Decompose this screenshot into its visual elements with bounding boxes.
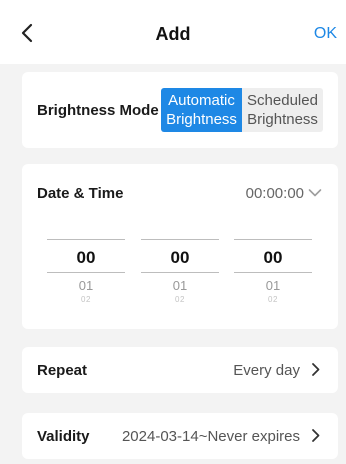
picker-divider (47, 239, 125, 240)
picker-divider (234, 239, 312, 240)
minute-next2-value: 02 (175, 295, 185, 304)
minute-picker-wheel[interactable]: 00 01 02 (141, 239, 219, 309)
automatic-brightness-option[interactable]: Automatic Brightness (161, 88, 242, 132)
brightness-mode-card: Brightness Mode Automatic Brightness Sch… (22, 72, 338, 148)
chevron-right-icon (312, 429, 320, 442)
option-label-line1: Scheduled (247, 92, 318, 109)
validity-row[interactable]: Validity 2024-03-14~Never expires (22, 413, 338, 459)
hour-selected-value: 00 (76, 248, 96, 267)
ok-button[interactable]: OK (314, 25, 337, 43)
option-label-line1: Automatic (168, 92, 235, 109)
picker-divider (234, 272, 312, 273)
picker-divider (141, 272, 219, 273)
validity-label: Validity (37, 428, 90, 445)
hour-picker-wheel[interactable]: 00 01 02 (47, 239, 125, 309)
page-title: Add (155, 24, 191, 44)
picker-divider (47, 272, 125, 273)
repeat-label: Repeat (37, 362, 88, 379)
option-label-line2: Brightness (247, 111, 318, 128)
second-selected-value: 00 (263, 248, 283, 267)
date-time-card: Date & Time 00:00:00 00 01 02 00 01 02 0… (22, 164, 338, 329)
scheduled-brightness-option[interactable]: Scheduled Brightness (242, 88, 323, 132)
repeat-value: Every day (233, 362, 300, 379)
top-bar: Add OK (0, 0, 346, 64)
repeat-row[interactable]: Repeat Every day (22, 347, 338, 393)
date-time-value[interactable]: 00:00:00 (246, 185, 304, 202)
minute-selected-value: 00 (170, 248, 190, 267)
chevron-down-icon[interactable] (308, 188, 322, 198)
minute-next-value: 01 (172, 278, 188, 293)
brightness-mode-label: Brightness Mode (37, 102, 159, 119)
hour-next-value: 01 (78, 278, 94, 293)
second-next2-value: 02 (268, 295, 278, 304)
validity-value: 2024-03-14~Never expires (121, 428, 300, 445)
picker-divider (141, 239, 219, 240)
date-time-label: Date & Time (37, 185, 124, 202)
chevron-right-icon (312, 363, 320, 376)
hour-next2-value: 02 (81, 295, 91, 304)
brightness-mode-selector: Automatic Brightness Scheduled Brightnes… (161, 88, 323, 132)
second-next-value: 01 (265, 278, 281, 293)
second-picker-wheel[interactable]: 00 01 02 (234, 239, 312, 309)
option-label-line2: Brightness (166, 111, 237, 128)
